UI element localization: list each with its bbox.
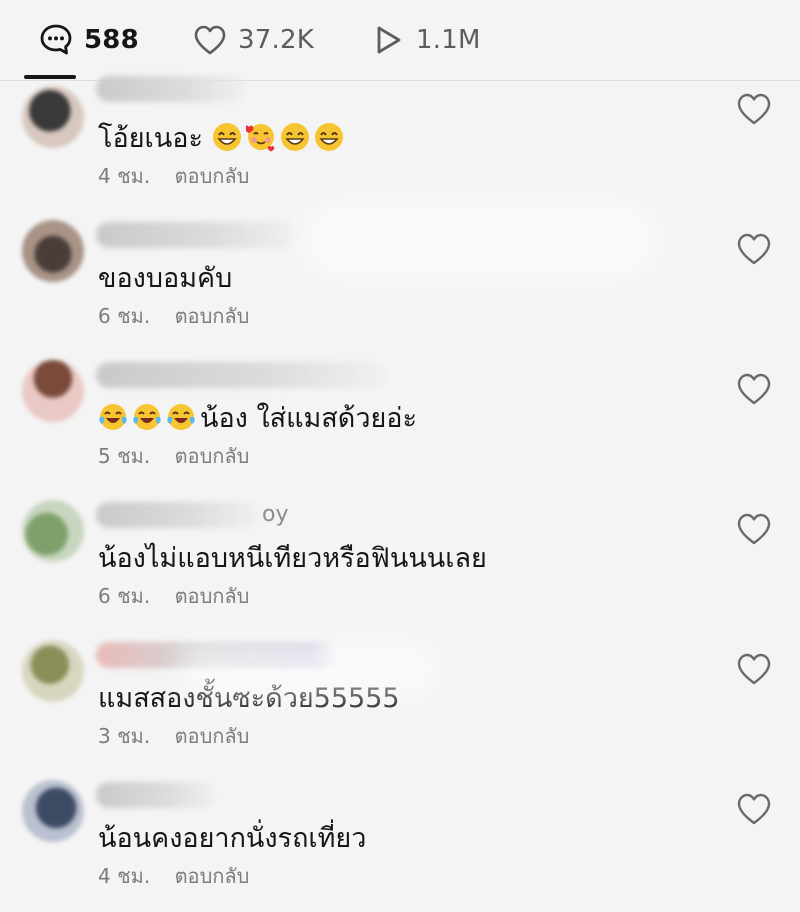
comment-like-button[interactable] <box>736 652 772 686</box>
heart-outline-icon <box>736 93 772 130</box>
comment-like-button[interactable] <box>736 232 772 266</box>
username-suffix[interactable]: oy <box>262 502 288 527</box>
username-redacted[interactable] <box>96 642 336 668</box>
comment-item: ของบอมคับ 6 ชม. ตอบกลับ <box>0 220 800 360</box>
comment-meta: 4 ชม. ตอบกลับ <box>98 860 249 892</box>
heart-outline-icon <box>736 513 772 550</box>
comment-text: แมสสองชั้นซะด้วย55555 <box>98 683 400 714</box>
avatar[interactable] <box>22 86 84 148</box>
avatar[interactable] <box>22 500 84 562</box>
comment-meta: 4 ชม. ตอบกลับ <box>98 160 249 192</box>
avatar[interactable] <box>22 220 84 282</box>
comment-time: 4 ชม. <box>98 864 151 888</box>
comment-count: 588 <box>84 25 139 55</box>
smiling-face-with-hearts-icon <box>245 123 280 154</box>
comment-time: 5 ชม. <box>98 444 151 468</box>
comment-time: 6 ชม. <box>98 584 151 608</box>
heart-outline-icon <box>192 22 228 58</box>
reply-button[interactable]: ตอบกลับ <box>175 584 250 608</box>
tab-comments[interactable]: 588 <box>38 20 139 60</box>
heart-outline-icon <box>736 373 772 410</box>
comment-text: น้องไม่แอบหนีเทียวหรือฟินนนเลย <box>98 543 487 574</box>
comment-time: 3 ชม. <box>98 724 151 748</box>
comment-text-content: น้อง ใส่แมสด้วยอ่ะ <box>200 403 418 434</box>
comment-text: โอ้ยเนอะ <box>98 116 348 159</box>
like-count: 37.2K <box>238 25 314 55</box>
heart-outline-icon <box>736 653 772 690</box>
comment-meta: 6 ชม. ตอบกลับ <box>98 580 249 612</box>
comment-item: แมสสองชั้นซะด้วย55555 3 ชม. ตอบกลับ <box>0 640 800 780</box>
play-outline-icon <box>370 22 406 58</box>
comment-meta: 3 ชม. ตอบกลับ <box>98 720 249 752</box>
username-redacted[interactable] <box>96 362 386 388</box>
grinning-face-icon <box>280 123 314 154</box>
grinning-face-icon <box>314 123 348 154</box>
reply-button[interactable]: ตอบกลับ <box>175 304 250 328</box>
comment-time: 6 ชม. <box>98 304 151 328</box>
comments-screen: 588 37.2K 1.1M โอ้ยเนอะ 4 ชม. ตอบกลับ ขอ… <box>0 0 800 912</box>
username-redacted[interactable] <box>96 76 246 102</box>
comment-text: น้อนคงอยากนั่งรถเที่ยว <box>98 823 367 854</box>
comment-like-button[interactable] <box>736 512 772 546</box>
comment-item: oy น้องไม่แอบหนีเทียวหรือฟินนนเลย 6 ชม. … <box>0 500 800 640</box>
tears-of-joy-icon <box>98 403 132 434</box>
reply-button[interactable]: ตอบกลับ <box>175 444 250 468</box>
comment-time: 4 ชม. <box>98 164 151 188</box>
grinning-face-icon <box>212 123 246 154</box>
username-redacted[interactable] <box>96 502 258 528</box>
heart-outline-icon <box>736 233 772 270</box>
active-tab-indicator <box>24 75 76 79</box>
avatar[interactable] <box>22 640 84 702</box>
comment-text: น้อง ใส่แมสด้วยอ่ะ <box>98 396 417 439</box>
comment-text: ของบอมคับ <box>98 263 233 294</box>
heart-outline-icon <box>736 793 772 830</box>
view-count: 1.1M <box>416 25 481 55</box>
comment-text-content: โอ้ยเนอะ <box>98 123 203 154</box>
comment-item: น้อง ใส่แมสด้วยอ่ะ 5 ชม. ตอบกลับ <box>0 360 800 500</box>
stats-bar: 588 37.2K 1.1M <box>0 0 800 81</box>
avatar[interactable] <box>22 780 84 842</box>
username-redacted[interactable] <box>96 782 216 808</box>
comment-bubble-icon <box>38 22 74 58</box>
avatar[interactable] <box>22 360 84 422</box>
reply-button[interactable]: ตอบกลับ <box>175 864 250 888</box>
tab-views[interactable]: 1.1M <box>370 20 481 60</box>
tab-likes[interactable]: 37.2K <box>192 20 314 60</box>
comment-like-button[interactable] <box>736 792 772 826</box>
tears-of-joy-icon <box>166 403 200 434</box>
reply-button[interactable]: ตอบกลับ <box>175 724 250 748</box>
tears-of-joy-icon <box>132 403 166 434</box>
comment-meta: 6 ชม. ตอบกลับ <box>98 300 249 332</box>
comment-like-button[interactable] <box>736 372 772 406</box>
comment-like-button[interactable] <box>736 92 772 126</box>
reply-button[interactable]: ตอบกลับ <box>175 164 250 188</box>
comment-item: น้อนคงอยากนั่งรถเที่ยว 4 ชม. ตอบกลับ <box>0 780 800 912</box>
comment-item: โอ้ยเนอะ 4 ชม. ตอบกลับ <box>0 76 800 220</box>
username-redacted[interactable] <box>96 222 296 248</box>
comment-meta: 5 ชม. ตอบกลับ <box>98 440 249 472</box>
